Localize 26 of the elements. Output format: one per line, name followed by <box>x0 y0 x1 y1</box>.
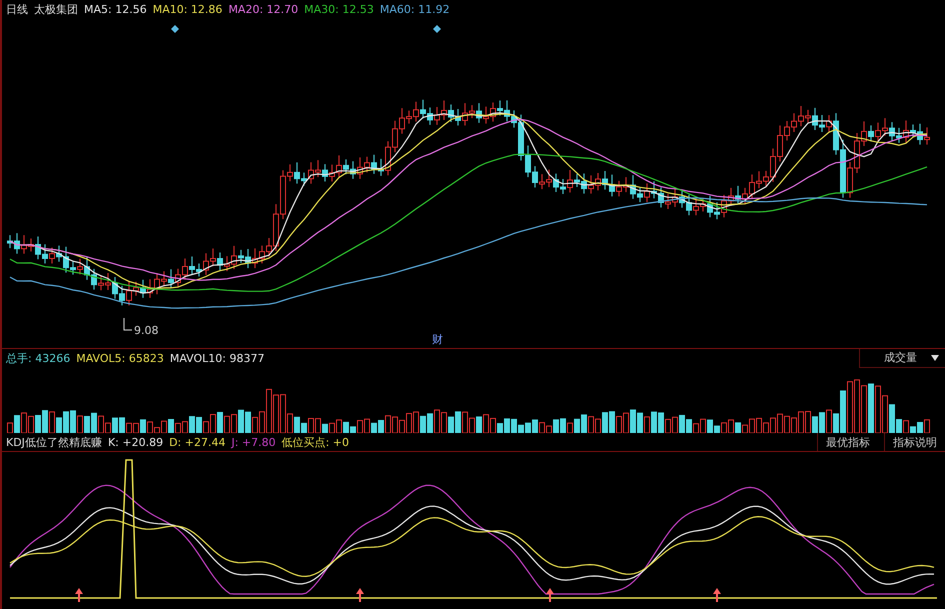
diamond-icon <box>171 25 179 33</box>
low-price-label: 9.08 <box>134 324 158 337</box>
diamond-icon <box>433 25 441 33</box>
indicator-reading: 总手: 43266 <box>6 350 70 366</box>
indicator-reading: MA10: 12.86 <box>152 2 222 16</box>
up-arrow-icon <box>546 588 554 602</box>
indicator-reading: D: +27.44 <box>169 436 226 448</box>
up-arrow-icon <box>713 588 721 602</box>
indicator-reading: K: +20.89 <box>108 436 164 448</box>
up-arrow-icon <box>356 588 364 602</box>
indicator-reading: MA20: 12.70 <box>228 2 298 16</box>
indicator-reading: MAVOL10: 98377 <box>170 352 264 364</box>
indicator-reading: MAVOL5: 65823 <box>76 352 164 364</box>
indicator-reading: MA60: 11.92 <box>380 2 450 16</box>
indicator-reading: MA30: 12.53 <box>304 2 374 16</box>
stock-name: 太极集团 <box>34 2 78 16</box>
leader-line <box>124 318 132 330</box>
indicator-reading: 低位买点: +0 <box>282 434 350 450</box>
indicator-name: KDJ低位了然精底赚 <box>6 434 102 450</box>
finance-marker: 财 <box>432 333 443 346</box>
period-label: 日线 <box>6 2 28 16</box>
up-arrow-icon <box>75 588 83 602</box>
indicator-reading: MA5: 12.56 <box>84 2 147 16</box>
indicator-dropdown[interactable]: 成交量 <box>859 348 945 368</box>
caret-icon <box>931 354 939 360</box>
indicator-reading: J: +7.80 <box>231 436 276 448</box>
